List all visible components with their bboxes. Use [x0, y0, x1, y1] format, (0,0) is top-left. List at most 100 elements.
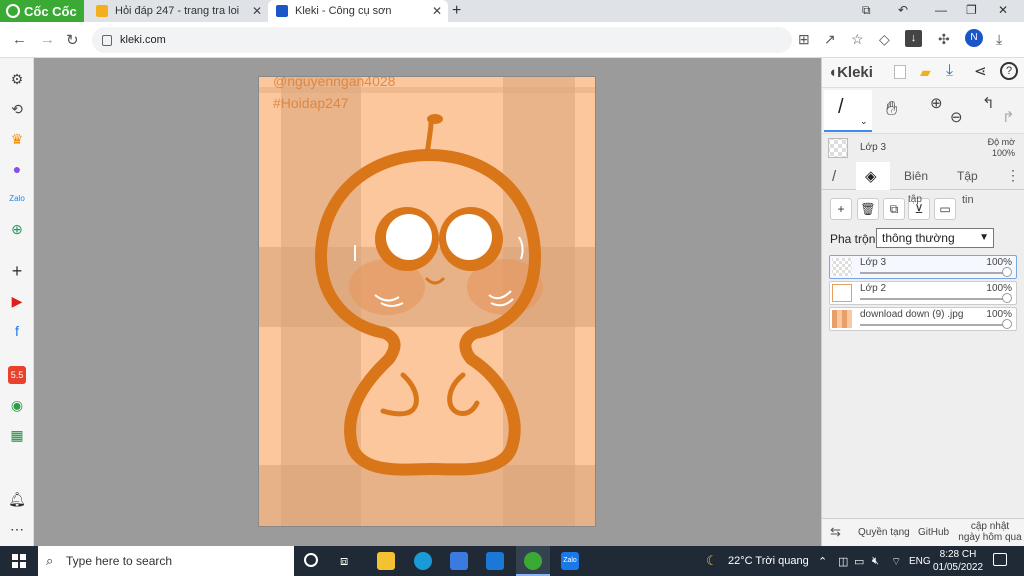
battery-icon[interactable]: ▭ — [854, 555, 864, 568]
screenshot-icon[interactable]: ⧉ — [862, 3, 871, 18]
maps-icon[interactable]: ◉ — [8, 396, 26, 414]
close-tab-icon[interactable]: ✕ — [432, 4, 442, 18]
new-tab-icon[interactable]: + — [452, 2, 461, 20]
shield-icon[interactable]: ◇ — [879, 31, 890, 48]
back-restore-icon[interactable]: ↶ — [898, 3, 908, 17]
brush-tool-button[interactable]: / ⌄ — [824, 90, 872, 132]
open-folder-icon[interactable]: ▰ — [920, 64, 931, 81]
canvas-area[interactable]: @nguyenngan4028 #Hoidap247 — [34, 58, 821, 546]
layers-tab[interactable]: ◈ — [856, 162, 890, 190]
opacity-slider-knob[interactable] — [1002, 267, 1012, 277]
file-explorer-icon[interactable] — [377, 552, 395, 570]
tray-app-icon[interactable]: ◫ — [838, 555, 848, 568]
coccoc-taskbar-button[interactable] — [516, 546, 550, 576]
brush-tab-icon[interactable]: / — [832, 168, 836, 185]
edge-icon[interactable] — [414, 552, 432, 570]
duplicate-layer-button[interactable]: ⧉ — [883, 198, 905, 220]
more-icon[interactable]: ⋯ — [8, 520, 26, 538]
tray-overflow-icon[interactable]: ⌃ — [818, 555, 827, 568]
update-link[interactable]: cập nhật ngày hôm qua — [958, 521, 1022, 543]
save-download-icon[interactable]: ⤓ — [946, 62, 953, 80]
new-image-icon[interactable] — [894, 65, 906, 79]
url-field[interactable]: kleki.com — [92, 27, 792, 53]
crown-icon[interactable]: ♛ — [8, 130, 26, 148]
notification-center-icon[interactable] — [993, 553, 1007, 566]
cortana-icon[interactable] — [304, 553, 318, 567]
swap-icon[interactable]: ⇆ — [830, 524, 841, 540]
sheets-icon[interactable]: ▦ — [8, 426, 26, 444]
language-indicator[interactable]: ENG — [909, 556, 931, 567]
github-link[interactable]: GitHub — [918, 527, 949, 538]
close-tab-icon[interactable]: ✕ — [252, 4, 262, 18]
maximize-icon[interactable]: ❐ — [966, 3, 977, 17]
minimize-icon[interactable]: — — [935, 3, 947, 17]
weather-text[interactable]: 22°C Trời quang — [728, 555, 809, 567]
windows-start-icon[interactable] — [12, 554, 26, 568]
rights-link[interactable]: Quyền tạng — [858, 527, 910, 538]
youtube-icon[interactable]: ▶ — [8, 292, 26, 310]
redo-icon[interactable]: ↱ — [1002, 108, 1015, 126]
drawing-canvas[interactable]: @nguyenngan4028 #Hoidap247 — [258, 76, 596, 527]
opacity-value: 100% — [991, 148, 1015, 158]
notifications-icon[interactable]: 🔔︎ — [8, 490, 26, 508]
extensions-icon[interactable]: ✣ — [938, 31, 950, 48]
store-icon[interactable] — [450, 552, 468, 570]
hand-tool-icon[interactable]: ✋︎ — [886, 98, 897, 121]
undo-icon[interactable]: ↰ — [982, 94, 995, 112]
layer-item[interactable]: Lớp 2 100% — [829, 281, 1017, 305]
messenger-icon[interactable]: ● — [8, 160, 26, 178]
clock-date: 01/05/2022 — [932, 562, 984, 573]
bookmark-star-icon[interactable]: ☆ — [851, 31, 864, 48]
tab-hoidap247[interactable]: Hỏi đáp 247 - trang tra loi ✕ — [88, 0, 268, 22]
forward-icon[interactable]: → — [40, 31, 55, 48]
reload-icon[interactable]: ↻ — [66, 31, 79, 49]
layer-name: Lớp 3 — [860, 257, 887, 268]
translate-icon[interactable]: ⊞ — [798, 31, 810, 48]
zalo-taskbar-icon[interactable]: Zalo — [561, 552, 579, 570]
zoom-out-icon[interactable]: ⊖ — [950, 108, 963, 126]
settings-icon[interactable]: ⚙ — [8, 70, 26, 88]
mail-icon[interactable] — [486, 552, 504, 570]
tab-edit[interactable]: Biên — [904, 169, 928, 183]
app-icon[interactable]: 5.5 — [8, 366, 26, 384]
task-view-icon[interactable]: ⧈ — [340, 553, 348, 569]
tab-kleki[interactable]: Kleki - Công cụ sơn ✕ — [268, 0, 448, 22]
blend-mode-select[interactable]: thông thường ▼ — [876, 228, 994, 248]
volume-muted-icon[interactable]: 🔇︎ — [872, 555, 879, 568]
coccoc-brand[interactable]: Cốc Cốc — [0, 0, 84, 22]
delete-layer-button[interactable]: 🗑︎ — [857, 198, 879, 220]
more-vertical-icon[interactable]: ⋮ — [1006, 167, 1020, 184]
network-icon[interactable]: ⌔ — [891, 555, 901, 569]
zalo-icon[interactable]: Zalo — [8, 190, 26, 208]
opacity-slider-knob[interactable] — [1002, 319, 1012, 329]
opacity-slider[interactable] — [860, 324, 1006, 326]
kleki-header: ◖Kleki ▰ ⤓ ⋖ ? — [822, 58, 1024, 88]
tab-file[interactable]: Tập — [957, 169, 978, 183]
facebook-icon[interactable]: f — [8, 322, 26, 340]
add-layer-button[interactable]: + — [830, 198, 852, 220]
opacity-slider[interactable] — [860, 298, 1006, 300]
panel-footer: ⇆ Quyền tạng GitHub cập nhật ngày hôm qu… — [822, 518, 1024, 546]
help-icon[interactable]: ? — [1000, 62, 1018, 80]
profile-avatar[interactable]: N — [965, 29, 983, 47]
add-icon[interactable]: + — [8, 262, 26, 280]
gamepad-icon[interactable]: ⊕ — [8, 220, 26, 238]
opacity-slider-knob[interactable] — [1002, 293, 1012, 303]
opacity-label: Độ mờ — [987, 137, 1015, 147]
share-icon[interactable]: ⋖ — [974, 62, 987, 80]
taskbar-search[interactable]: ⌕ Type here to search — [38, 546, 294, 576]
panel-tabs: / ◈ Biên Tập ⋮ — [822, 162, 1024, 190]
layer-item[interactable]: Lớp 3 100% — [829, 255, 1017, 279]
rename-layer-button[interactable]: ▭ — [934, 198, 956, 220]
download-icon[interactable]: ↓ — [905, 30, 922, 47]
brand-name: Cốc Cốc — [24, 3, 77, 19]
taskbar-clock[interactable]: 8:28 CH 01/05/2022 — [932, 548, 984, 574]
zoom-in-icon[interactable]: ⊕ — [930, 94, 943, 112]
opacity-slider[interactable] — [860, 272, 1006, 274]
close-window-icon[interactable]: ✕ — [998, 3, 1008, 17]
share-icon[interactable]: ↗ — [824, 31, 836, 48]
layer-item[interactable]: download down (9) .jpg 100% — [829, 307, 1017, 331]
history-icon[interactable]: ⟲ — [8, 100, 26, 118]
downloads-tray-icon[interactable]: ⤓ — [996, 31, 1002, 48]
back-icon[interactable]: ← — [12, 31, 27, 48]
